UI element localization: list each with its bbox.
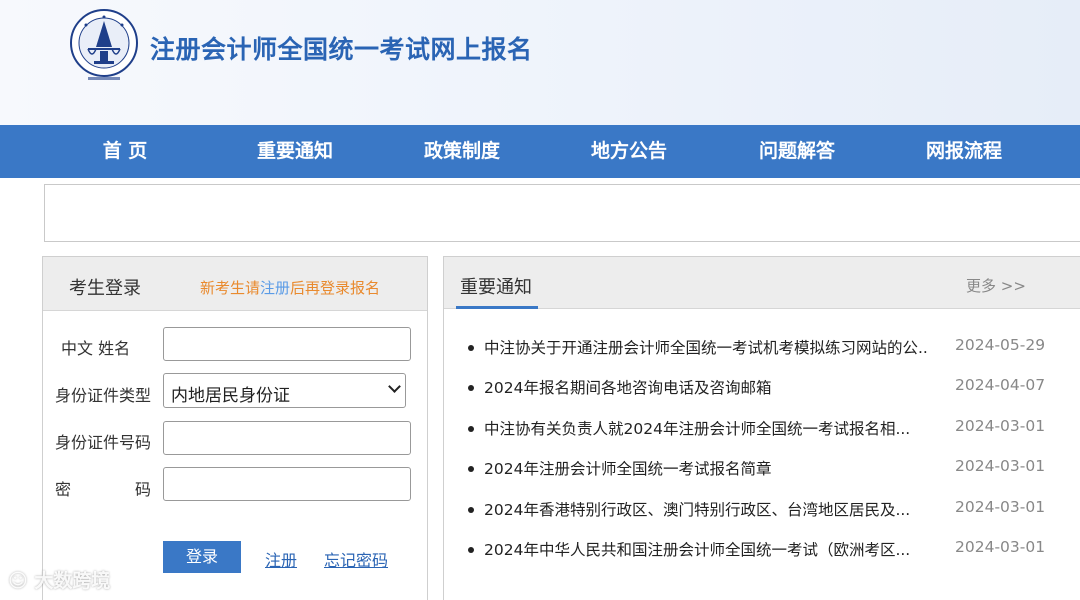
news-item[interactable]: 2024年中华人民共和国注册会计师全国统一考试（欧洲考区... 2024-03-… <box>468 538 1080 562</box>
bullet-icon <box>468 426 474 432</box>
news-date: 2024-03-01 <box>955 417 1046 435</box>
id-type-label: 身份证件类型 <box>55 386 152 405</box>
bullet-icon <box>468 345 474 351</box>
news-title[interactable]: 中注协关于开通注册会计师全国统一考试机考模拟练习网站的公... <box>484 336 928 358</box>
news-item[interactable]: 2024年注册会计师全国统一考试报名简章 2024-03-01 <box>468 457 1080 481</box>
register-hint-prefix: 新考生请 <box>200 279 261 297</box>
news-date: 2024-05-29 <box>955 336 1046 354</box>
login-panel: 考生登录 新考生请注册后再登录报名 中文 姓名 身份证件类型 内地居民身份证 身… <box>42 256 428 600</box>
site-header: 注册会计师全国统一考试网上报名 <box>0 0 1080 125</box>
notice-header: 重要通知 更多 >> <box>444 257 1080 309</box>
bullet-icon <box>468 466 474 472</box>
name-label: 中文 姓名 <box>61 339 131 358</box>
news-date: 2024-03-01 <box>955 498 1046 516</box>
register-hint: 新考生请注册后再登录报名 <box>200 277 380 298</box>
login-button[interactable]: 登录 <box>163 541 241 573</box>
watermark: ☺ 大数跨境 <box>8 566 110 593</box>
notice-title[interactable]: 重要通知 <box>460 273 532 299</box>
bullet-icon <box>468 385 474 391</box>
chevron-down-icon <box>388 380 401 393</box>
news-title[interactable]: 中注协有关负责人就2024年注册会计师全国统一考试报名相... <box>484 417 928 439</box>
login-title: 考生登录 <box>69 278 141 299</box>
nav-item-faq[interactable]: 问题解答 <box>727 125 867 178</box>
nav-item-local-announcements[interactable]: 地方公告 <box>559 125 699 178</box>
id-number-input[interactable] <box>163 421 411 455</box>
news-title[interactable]: 2024年中华人民共和国注册会计师全国统一考试（欧洲考区... <box>484 538 928 560</box>
news-item[interactable]: 2024年香港特别行政区、澳门特别行政区、台湾地区居民及... 2024-03-… <box>468 498 1080 522</box>
id-type-selected-value: 内地居民身份证 <box>171 386 290 406</box>
nav-item-policies[interactable]: 政策制度 <box>392 125 532 178</box>
more-link[interactable]: 更多 >> <box>966 275 1026 296</box>
bullet-icon <box>468 547 474 553</box>
register-hint-link[interactable]: 注册 <box>260 279 290 297</box>
news-date: 2024-04-07 <box>955 376 1046 394</box>
site-title: 注册会计师全国统一考试网上报名 <box>150 35 533 64</box>
id-type-select[interactable]: 内地居民身份证 <box>163 373 406 408</box>
password-input[interactable] <box>163 467 411 501</box>
main-nav: 首 页 重要通知 政策制度 地方公告 问题解答 网报流程 <box>0 125 1080 178</box>
news-title[interactable]: 2024年注册会计师全国统一考试报名简章 <box>484 457 928 479</box>
register-link[interactable]: 注册 <box>265 547 297 571</box>
news-item[interactable]: 2024年报名期间各地咨询电话及咨询邮箱 2024-04-07 <box>468 376 1080 400</box>
id-number-label: 身份证件号码 <box>55 433 152 452</box>
news-title[interactable]: 2024年香港特别行政区、澳门特别行政区、台湾地区居民及... <box>484 498 928 520</box>
news-item[interactable]: 中注协关于开通注册会计师全国统一考试机考模拟练习网站的公... 2024-05-… <box>468 336 1080 360</box>
news-date: 2024-03-01 <box>955 538 1046 556</box>
name-input[interactable] <box>163 327 411 361</box>
nav-item-registration-process[interactable]: 网报流程 <box>894 125 1034 178</box>
watermark-logo-icon: ☺ <box>8 570 35 592</box>
news-item[interactable]: 中注协有关负责人就2024年注册会计师全国统一考试报名相... 2024-03-… <box>468 417 1080 441</box>
watermark-text: 大数跨境 <box>34 570 111 592</box>
password-label-char-1: 密 <box>55 480 72 499</box>
password-label-char-2: 码 <box>135 480 152 499</box>
notice-tab-underline <box>456 306 538 309</box>
forgot-password-link[interactable]: 忘记密码 <box>324 547 388 571</box>
news-title[interactable]: 2024年报名期间各地咨询电话及咨询邮箱 <box>484 376 928 398</box>
bullet-icon <box>468 507 474 513</box>
nav-item-home[interactable]: 首 页 <box>55 125 195 178</box>
register-hint-suffix: 后再登录报名 <box>290 279 381 297</box>
notice-panel: 重要通知 更多 >> 中注协关于开通注册会计师全国统一考试机考模拟练习网站的公.… <box>443 256 1080 600</box>
nav-item-important-notices[interactable]: 重要通知 <box>225 125 365 178</box>
cicpa-emblem-icon <box>66 7 144 83</box>
announcement-banner <box>44 184 1080 242</box>
news-date: 2024-03-01 <box>955 457 1046 475</box>
login-header: 考生登录 新考生请注册后再登录报名 <box>43 257 427 311</box>
